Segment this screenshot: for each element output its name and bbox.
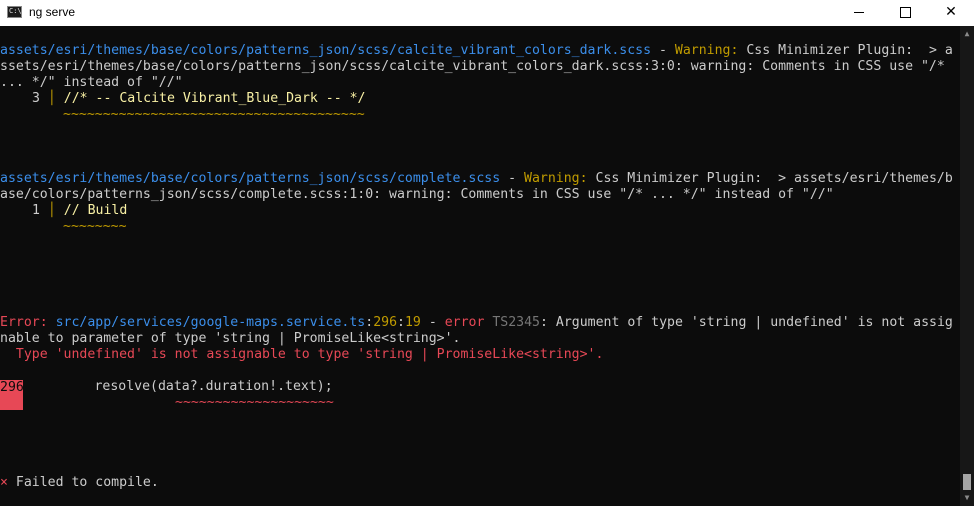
warning1-line2: ssets/esri/themes/base/colors/patterns_j… <box>0 59 945 74</box>
warning2-path: assets/esri/themes/base/colors/patterns_… <box>0 171 501 186</box>
error-colon2: : <box>397 315 405 330</box>
error-message: : Argument of type 'string | undefined' … <box>540 315 953 330</box>
error-source-code: resolve(data?.duration!.text); <box>23 379 333 394</box>
warning1-code: //* -- Calcite Vibrant_Blue_Dark -- */ <box>63 91 366 106</box>
error-label: Error: <box>0 315 48 330</box>
warning1-sep: - <box>651 43 675 58</box>
error-line2: nable to parameter of type 'string | Pro… <box>0 331 461 346</box>
error-col: 19 <box>404 315 421 330</box>
error-header: Error: src/app/services/google-maps.serv… <box>0 315 953 331</box>
warning2-message: Css Minimizer Plugin: > assets/esri/them… <box>587 171 953 186</box>
code-gutter-bar: │ <box>39 203 64 218</box>
warning2-header: assets/esri/themes/base/colors/patterns_… <box>0 171 953 187</box>
warning1-message: Css Minimizer Plugin: > a <box>738 43 953 58</box>
vertical-scrollbar[interactable]: ▲ ▼ <box>960 26 974 506</box>
minimize-icon <box>854 12 864 13</box>
error-line-number-badge: 296 <box>0 380 24 410</box>
error-line: 296 <box>373 315 398 330</box>
error-code: TS2345 <box>492 315 540 330</box>
warning1-header: assets/esri/themes/base/colors/patterns_… <box>0 43 953 59</box>
window-title: ng serve <box>29 5 76 19</box>
error-code-line-number: 296 <box>0 380 24 395</box>
compile-status-text: Failed to compile. <box>7 475 159 490</box>
close-icon: ✕ <box>945 4 957 20</box>
error-colon1: : <box>365 315 374 330</box>
scrollbar-thumb[interactable] <box>963 474 971 490</box>
console-app-icon: C:\ <box>7 6 22 18</box>
console-app-icon-text: C:\ <box>9 7 22 15</box>
close-button[interactable]: ✕ <box>928 0 974 26</box>
warning1-squiggle: ~~~~~~~~~~~~~~~~~~~~~~~~~~~~~~~~~~~~~~ <box>63 107 365 122</box>
error-file: src/app/services/google-maps.service.ts <box>55 315 366 330</box>
code-gutter-bar: │ <box>39 91 64 106</box>
scroll-down-arrow-icon[interactable]: ▼ <box>960 490 974 506</box>
console-output[interactable]: assets/esri/themes/base/colors/patterns_… <box>0 26 960 506</box>
warning1-path: assets/esri/themes/base/colors/patterns_… <box>0 43 652 58</box>
error-squiggle: ~~~~~~~~~~~~~~~~~~~~ <box>175 395 334 410</box>
error-sep: - <box>420 315 445 330</box>
warning2-sep: - <box>500 171 525 186</box>
warning2-code-line-number: 1 <box>32 203 40 218</box>
window-title-bar[interactable]: C:\ ng serve ✕ <box>0 0 974 26</box>
maximize-button[interactable] <box>882 0 928 26</box>
minimize-button[interactable] <box>836 0 882 26</box>
warning1-line3: ... */" instead of "//" <box>0 75 183 90</box>
error-kind: error <box>444 315 485 330</box>
warning2-label: Warning: <box>524 171 588 186</box>
scroll-up-arrow-icon[interactable]: ▲ <box>960 26 974 42</box>
warning2-line2: ase/colors/patterns_json/scss/complete.s… <box>0 187 834 202</box>
warning2-code-line: 1 │ // Build <box>32 203 127 219</box>
error-line3: Type 'undefined' is not assignable to ty… <box>0 347 604 362</box>
warning2-code: // Build <box>63 203 128 218</box>
warning1-code-line-number: 3 <box>32 91 40 106</box>
warning2-squiggle: ~~~~~~~~ <box>63 219 127 234</box>
warning1-label: Warning: <box>674 43 739 58</box>
warning1-code-line: 3 │ //* -- Calcite Vibrant_Blue_Dark -- … <box>32 91 365 107</box>
maximize-icon <box>900 7 911 18</box>
failed-icon: × <box>0 475 8 490</box>
compile-status: × Failed to compile. <box>0 475 159 491</box>
